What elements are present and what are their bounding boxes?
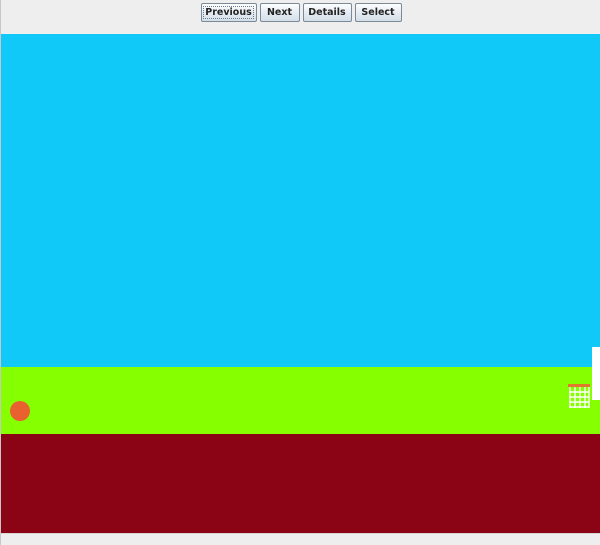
select-button[interactable]: Select	[354, 3, 402, 22]
hoop-rim	[568, 384, 590, 387]
game-window: Previous Next Details Select	[0, 0, 600, 545]
ball-icon[interactable]	[10, 401, 30, 421]
details-button-label: Details	[308, 7, 346, 18]
select-button-label: Select	[361, 7, 395, 18]
previous-button[interactable]: Previous	[200, 3, 257, 22]
basketball-hoop-icon	[568, 384, 590, 408]
toolbar: Previous Next Details Select	[1, 0, 600, 34]
backboard-icon	[592, 347, 600, 400]
soil-ground	[1, 434, 600, 533]
next-button-label: Next	[266, 7, 293, 18]
sky	[1, 34, 600, 367]
game-canvas[interactable]	[1, 34, 600, 533]
hoop-net	[569, 387, 590, 408]
details-button[interactable]: Details	[302, 3, 352, 22]
previous-button-label: Previous	[203, 6, 254, 19]
grass-field	[1, 367, 600, 434]
status-strip	[1, 533, 600, 545]
next-button[interactable]: Next	[259, 3, 300, 22]
